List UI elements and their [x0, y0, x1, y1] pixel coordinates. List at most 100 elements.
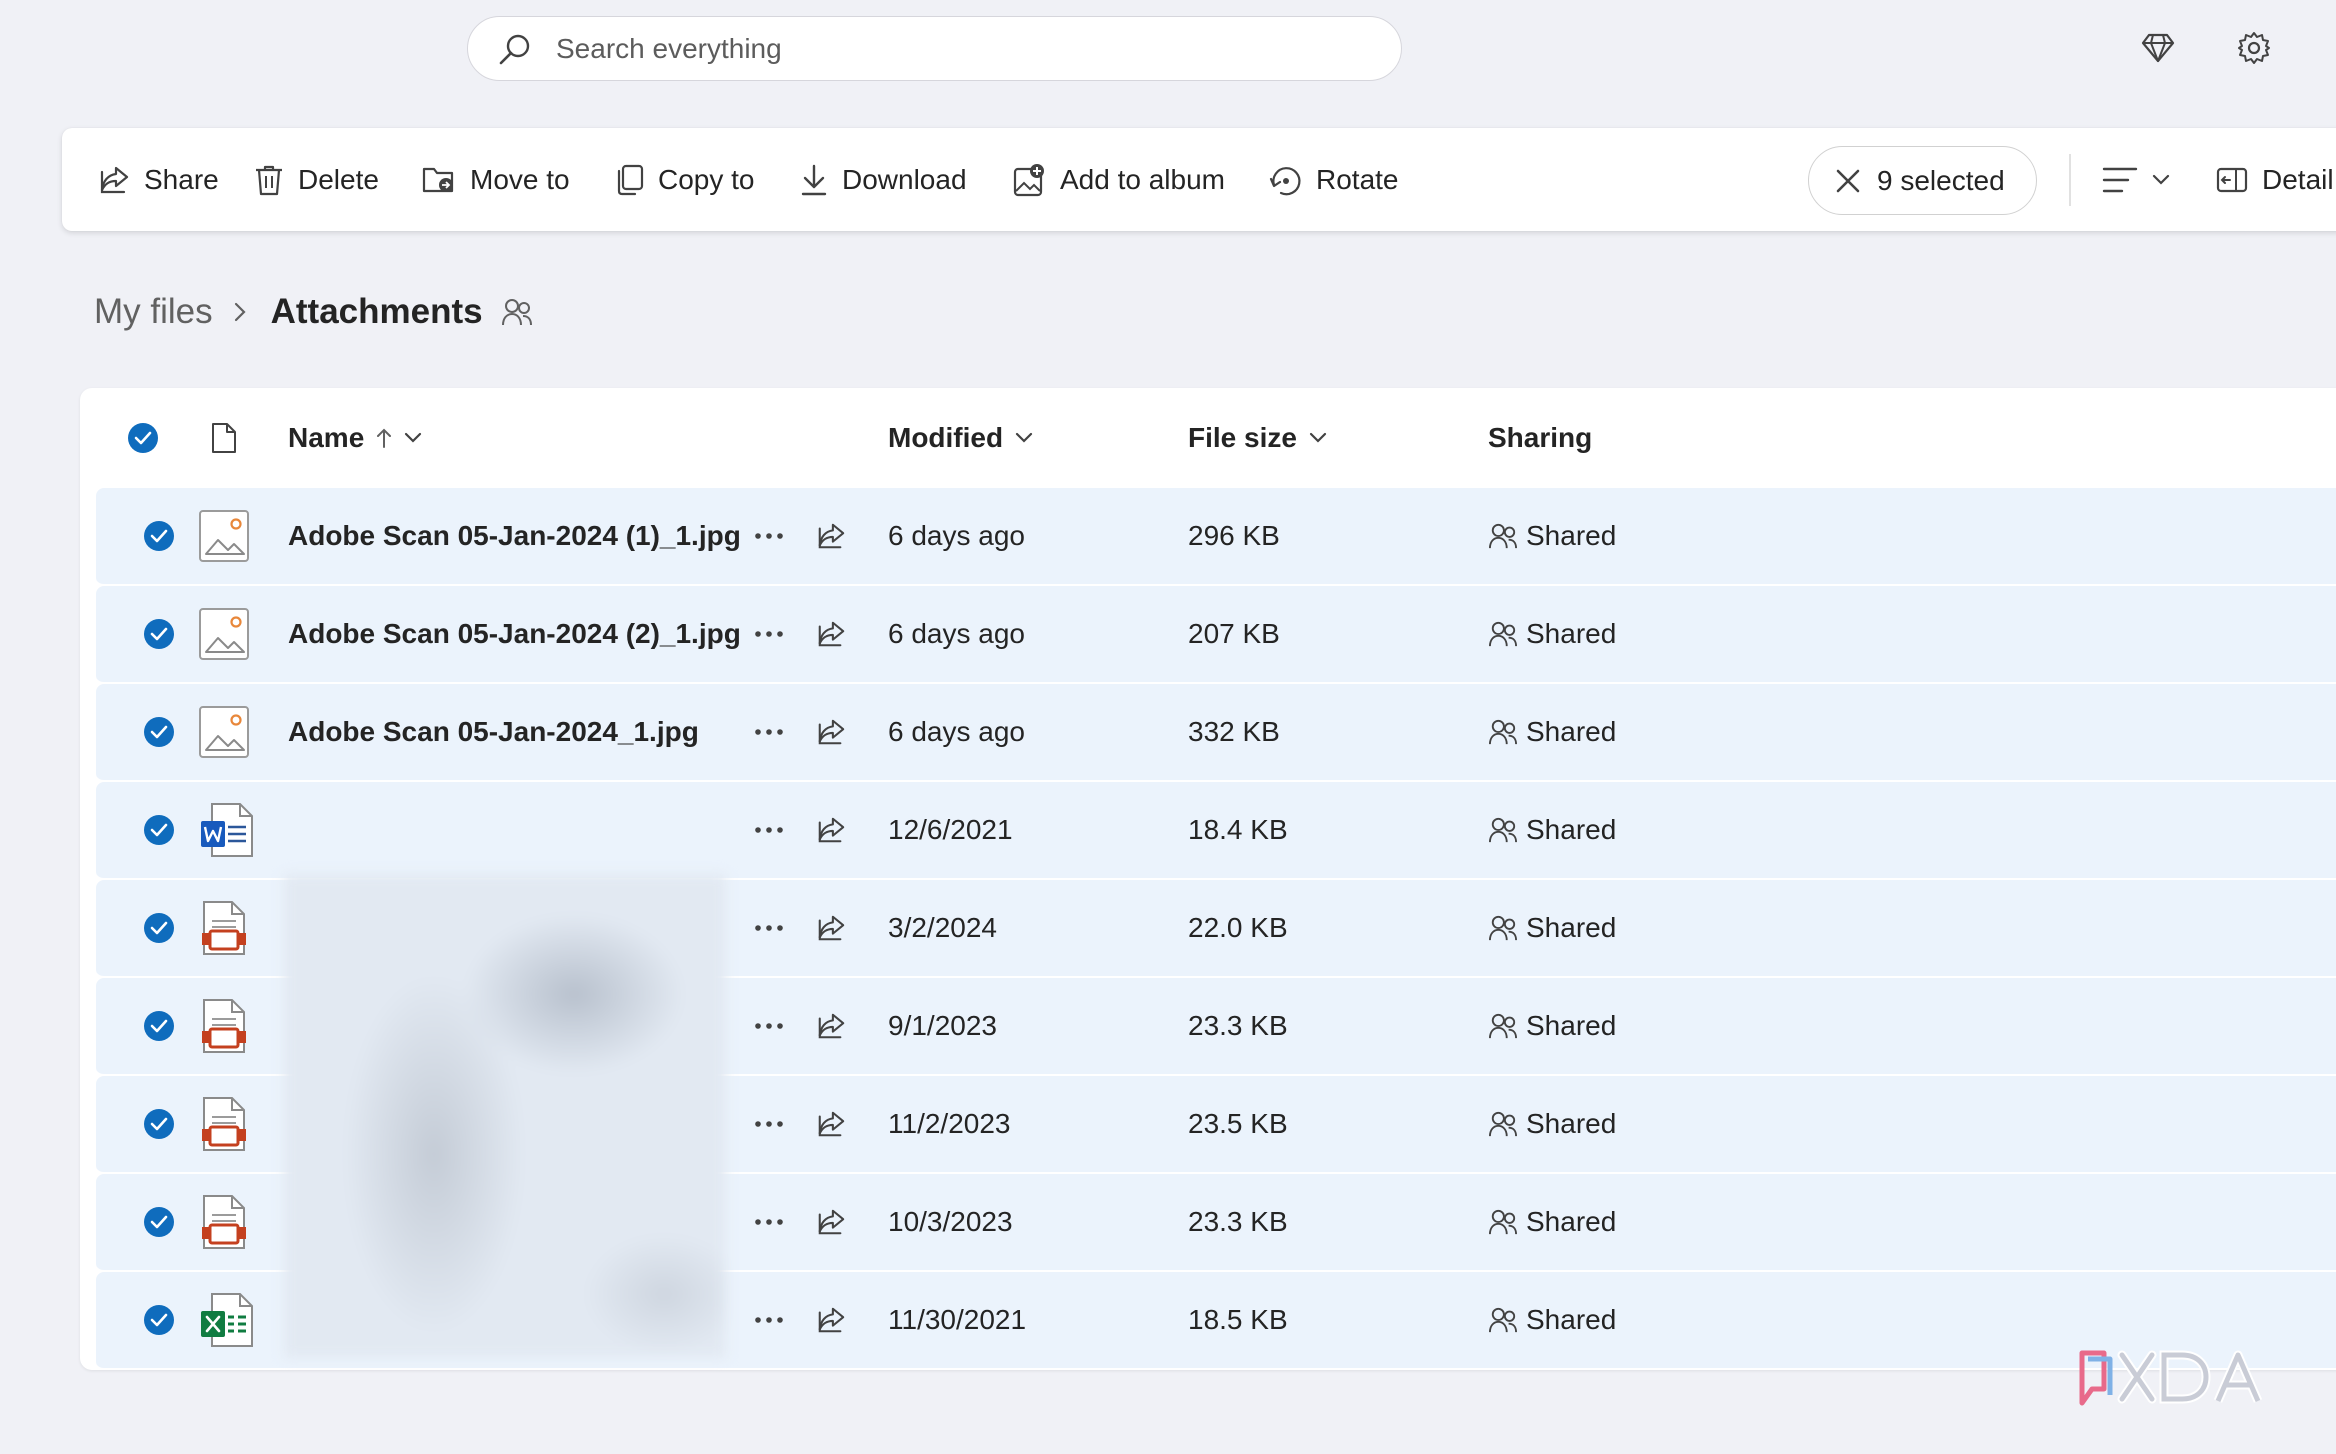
column-modified-label: Modified	[888, 422, 1004, 453]
toolbar-divider	[2069, 154, 2071, 206]
file-size: 23.3 KB	[1188, 1206, 1288, 1237]
file-size: 23.3 KB	[1188, 1010, 1288, 1041]
copy-to-label: Copy to	[658, 163, 755, 195]
modified-date: 6 days ago	[888, 520, 1025, 551]
rotate-button[interactable]: Rotate	[1268, 128, 1399, 231]
more-options-icon[interactable]	[754, 978, 784, 1074]
row-checkbox-checked[interactable]	[142, 782, 176, 878]
sharing-label: Shared	[1526, 716, 1617, 747]
table-row[interactable]: 12/6/2021 18.4 KB Shared	[96, 782, 2336, 880]
column-header-sharing[interactable]: Sharing	[1488, 388, 1592, 488]
file-name[interactable]: Adobe Scan 05-Jan-2024 (2)_1.jpg	[288, 586, 741, 682]
download-label: Download	[842, 163, 967, 195]
more-options-icon[interactable]	[754, 1272, 784, 1368]
search-input[interactable]	[554, 31, 1314, 66]
list-view-icon	[2102, 166, 2138, 194]
row-share-icon[interactable]	[816, 488, 846, 584]
row-share-icon[interactable]	[816, 1272, 846, 1368]
table-row[interactable]: Adobe Scan 05-Jan-2024_1.jpg 6 days ago 33…	[96, 684, 2336, 782]
move-to-button[interactable]: Move to	[422, 128, 570, 231]
sharing-status: Shared	[1488, 1174, 1616, 1270]
clear-selection-button[interactable]: 9 selected	[1808, 146, 2037, 215]
sort-ascending-icon	[376, 427, 392, 449]
more-options-icon[interactable]	[754, 684, 784, 780]
file-name[interactable]: Adobe Scan 05-Jan-2024 (1)_1.jpg	[288, 488, 741, 584]
column-name-label: Name	[288, 422, 365, 453]
details-button[interactable]: Detail	[2216, 128, 2334, 231]
more-options-icon[interactable]	[754, 586, 784, 682]
shared-people-icon	[1488, 914, 1518, 942]
row-share-icon[interactable]	[816, 782, 846, 878]
row-share-icon[interactable]	[816, 586, 846, 682]
sharing-label: Shared	[1526, 1304, 1617, 1335]
shared-people-icon[interactable]	[501, 297, 533, 327]
sharing-label: Shared	[1526, 1108, 1617, 1139]
sharing-status: Shared	[1488, 978, 1616, 1074]
premium-diamond-icon[interactable]	[2138, 28, 2178, 68]
move-to-label: Move to	[470, 163, 570, 195]
settings-gear-icon[interactable]	[2234, 28, 2274, 68]
image-file-icon	[198, 684, 250, 780]
breadcrumb-my-files[interactable]: My files	[94, 292, 213, 332]
row-checkbox-checked[interactable]	[142, 1174, 176, 1270]
shared-people-icon	[1488, 1012, 1518, 1040]
row-checkbox-checked[interactable]	[142, 488, 176, 584]
sharing-status: Shared	[1488, 1076, 1616, 1172]
sharing-status: Shared	[1488, 684, 1616, 780]
table-row[interactable]: Adobe Scan 05-Jan-2024 (2)_1.jpg 6 days a…	[96, 586, 2336, 684]
file-size: 207 KB	[1188, 618, 1280, 649]
table-row[interactable]: Adobe Scan 05-Jan-2024 (1)_1.jpg 6 days a…	[96, 488, 2336, 586]
search-icon	[498, 32, 532, 66]
row-checkbox-checked[interactable]	[142, 586, 176, 682]
folder-move-icon	[422, 165, 456, 195]
select-all-checkbox[interactable]	[126, 388, 160, 488]
more-options-icon[interactable]	[754, 488, 784, 584]
sharing-status: Shared	[1488, 782, 1616, 878]
file-size: 332 KB	[1188, 716, 1280, 747]
share-icon	[98, 164, 130, 196]
share-label: Share	[144, 163, 219, 195]
row-checkbox-checked[interactable]	[142, 978, 176, 1074]
image-file-icon	[198, 586, 250, 682]
file-name[interactable]: Adobe Scan 05-Jan-2024_1.jpg	[288, 684, 699, 780]
view-options-button[interactable]	[2102, 128, 2170, 231]
chevron-down-icon	[404, 432, 422, 444]
row-share-icon[interactable]	[816, 1174, 846, 1270]
more-options-icon[interactable]	[754, 1076, 784, 1172]
row-share-icon[interactable]	[816, 1076, 846, 1172]
row-checkbox-checked[interactable]	[142, 880, 176, 976]
column-header-name[interactable]: Name	[288, 388, 422, 488]
row-checkbox-checked[interactable]	[142, 684, 176, 780]
column-sharing-label: Sharing	[1488, 422, 1593, 453]
modified-date: 9/1/2023	[888, 1010, 997, 1041]
column-header-modified[interactable]: Modified	[888, 388, 1033, 488]
file-size: 18.5 KB	[1188, 1304, 1288, 1335]
file-type-header-icon[interactable]	[210, 388, 238, 488]
row-share-icon[interactable]	[816, 978, 846, 1074]
row-share-icon[interactable]	[816, 684, 846, 780]
copy-to-button[interactable]: Copy to	[614, 128, 755, 231]
pdf-file-icon	[198, 1076, 250, 1172]
more-options-icon[interactable]	[754, 1174, 784, 1270]
add-to-album-button[interactable]: Add to album	[1012, 128, 1225, 231]
download-button[interactable]: Download	[800, 128, 967, 231]
more-options-icon[interactable]	[754, 782, 784, 878]
sharing-label: Shared	[1526, 618, 1617, 649]
shared-people-icon	[1488, 1306, 1518, 1334]
copy-icon	[614, 164, 644, 196]
xda-watermark-logo	[2078, 1340, 2298, 1420]
row-share-icon[interactable]	[816, 880, 846, 976]
row-checkbox-checked[interactable]	[142, 1076, 176, 1172]
search-box[interactable]	[467, 16, 1402, 81]
shared-people-icon	[1488, 620, 1518, 648]
modified-date: 10/3/2023	[888, 1206, 1013, 1237]
row-checkbox-checked[interactable]	[142, 1272, 176, 1368]
column-header-file-size[interactable]: File size	[1188, 388, 1327, 488]
sharing-label: Shared	[1526, 520, 1617, 551]
share-button[interactable]: Share	[98, 128, 219, 231]
delete-button[interactable]: Delete	[254, 128, 379, 231]
more-options-icon[interactable]	[754, 880, 784, 976]
sharing-status: Shared	[1488, 880, 1616, 976]
command-bar: Share Delete Move to Copy to Download Ad…	[62, 128, 2336, 231]
download-icon	[800, 164, 828, 196]
